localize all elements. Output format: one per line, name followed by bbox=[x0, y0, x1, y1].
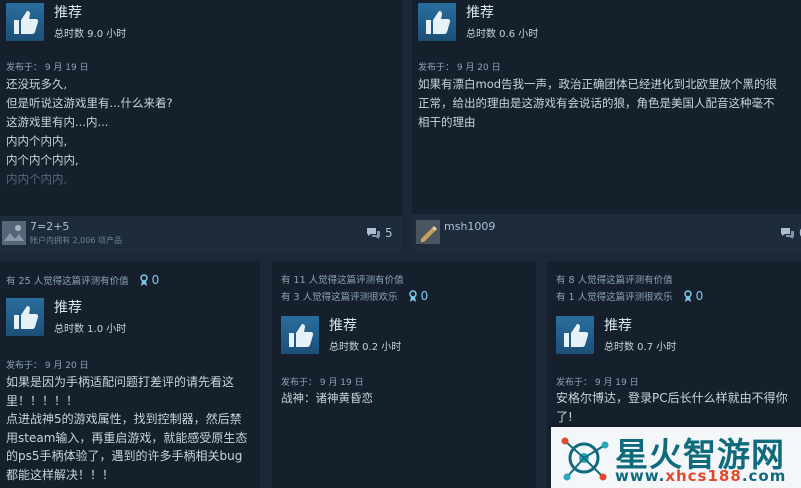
comment-count-value: 5 bbox=[385, 226, 393, 240]
review-text: 还没玩多久, 但是听说这游戏里有...什么来着? 这游戏里有内...内... 内… bbox=[6, 75, 173, 189]
funny-count: 有 3 人觉得这篇评测很欢乐 0 bbox=[281, 289, 428, 303]
helpful-text: 有 8 人觉得这篇评测有价值 bbox=[556, 275, 673, 286]
review-header: 推荐 总时数 9.0 小时 bbox=[6, 3, 126, 41]
review-line: 点进战神5的游戏属性，找到控制器，然后禁 bbox=[6, 412, 242, 426]
helpful-text: 有 11 人觉得这篇评测有价值 bbox=[281, 275, 404, 286]
review-verdict: 推荐 bbox=[329, 318, 357, 334]
review-line: 的ps5手柄体验了，遇到的许多手柄相关bug bbox=[6, 449, 243, 463]
review-text: 如果有漂白mod告我一声，政治正确团体已经进化到北欧里放个黑的很 正常，给出的理… bbox=[418, 75, 777, 132]
review-header: 推荐 总时数 1.0 小时 bbox=[6, 298, 126, 336]
review-line: 安格尔博达，登录PC后长什么样就由不得你 bbox=[556, 391, 788, 405]
helpful-count: 有 8 人觉得这篇评测有价值 bbox=[556, 272, 673, 286]
thumbs-up-icon bbox=[281, 316, 319, 354]
award-count: 0 bbox=[695, 289, 704, 303]
thumbs-up-icon bbox=[418, 3, 456, 41]
thumbs-up-icon bbox=[6, 3, 44, 41]
award-count: 0 bbox=[420, 289, 429, 303]
comment-count[interactable]: 5 bbox=[366, 226, 393, 240]
author-name[interactable]: 7=2+5 bbox=[30, 220, 69, 233]
avatar[interactable] bbox=[2, 221, 26, 245]
review-line: 用steam输入，再重启游戏，就能感受原生态 bbox=[6, 430, 248, 445]
review-line: 还没玩多久, bbox=[6, 77, 68, 91]
review-line: 都能这样解决！！！ bbox=[6, 467, 115, 482]
review-line: 相干的理由 bbox=[418, 115, 476, 129]
review-verdict: 推荐 bbox=[54, 300, 82, 316]
helpful-count: 有 11 人觉得这篇评测有价值 bbox=[281, 272, 404, 286]
review-header: 推荐 总时数 0.7 小时 bbox=[556, 316, 676, 354]
funny-text: 有 3 人觉得这篇评测很欢乐 bbox=[281, 292, 398, 303]
review-hours: 总时数 9.0 小时 bbox=[54, 29, 127, 40]
review-card-3: 有 25 人觉得这篇评测有价值 0 推荐 总时数 1.0 小时 发布于： 9 月… bbox=[0, 262, 260, 488]
review-verdict: 推荐 bbox=[604, 318, 632, 334]
review-verdict: 推荐 bbox=[466, 5, 494, 21]
author-name[interactable]: msh1009 bbox=[444, 220, 495, 233]
review-line: 但是听说这游戏里有...什么来着? bbox=[6, 96, 173, 110]
review-line: 如果是因为手柄适配问题打差评的请先看这 bbox=[6, 375, 235, 389]
watermark-url-domain: xhcs188 bbox=[665, 467, 742, 485]
thumbs-up-icon bbox=[556, 316, 594, 354]
review-hours: 总时数 0.6 小时 bbox=[466, 29, 539, 40]
award-count: 0 bbox=[151, 273, 160, 287]
review-footer: msh1009 0 bbox=[412, 214, 801, 252]
comments-icon bbox=[367, 227, 380, 239]
award-icon bbox=[139, 274, 148, 286]
review-hours: 总时数 1.0 小时 bbox=[54, 324, 127, 335]
avatar[interactable] bbox=[416, 220, 440, 244]
award-button[interactable]: 0 bbox=[683, 289, 704, 303]
watermark-url-prefix: www. bbox=[615, 467, 666, 485]
review-hours: 总时数 0.2 小时 bbox=[329, 342, 402, 353]
award-icon bbox=[683, 290, 692, 302]
funny-count: 有 1 人觉得这篇评测很欢乐 0 bbox=[556, 289, 703, 303]
review-hours: 总时数 0.7 小时 bbox=[604, 342, 677, 353]
funny-text: 有 1 人觉得这篇评测很欢乐 bbox=[556, 292, 673, 303]
review-line: 内内个内内, bbox=[6, 134, 68, 148]
site-watermark: 星火智游网 www.xhcs188.com bbox=[551, 427, 801, 488]
watermark-logo-icon bbox=[557, 431, 611, 485]
review-line: 了! bbox=[556, 410, 573, 424]
author-products: 帐户内拥有 2,006 项产品 bbox=[30, 236, 122, 245]
review-header: 推荐 总时数 0.6 小时 bbox=[418, 3, 538, 41]
review-date: 发布于： 9 月 20 日 bbox=[6, 361, 89, 371]
award-button[interactable]: 0 bbox=[139, 273, 160, 287]
award-button[interactable]: 0 bbox=[408, 289, 429, 303]
review-line: 这游戏里有内...内... bbox=[6, 115, 109, 129]
review-line: 正常，给出的理由是这游戏有会说话的狼，角色是美国人配音这种毫不 bbox=[418, 96, 775, 110]
watermark-url-suffix: .com bbox=[741, 467, 787, 485]
review-card-1: 推荐 总时数 9.0 小时 发布于： 9 月 19 日 还没玩多久, 但是听说这… bbox=[0, 0, 402, 252]
award-icon bbox=[408, 290, 417, 302]
review-text: 安格尔博达，登录PC后长什么样就由不得你 了! bbox=[556, 389, 788, 427]
review-line: 里！！！！！ bbox=[6, 393, 79, 408]
review-header: 推荐 总时数 0.2 小时 bbox=[281, 316, 401, 354]
review-line: 内内个内内, bbox=[6, 172, 68, 186]
review-line: 如果有漂白mod告我一声，政治正确团体已经进化到北欧里放个黑的很 bbox=[418, 77, 778, 91]
thumbs-up-icon bbox=[6, 298, 44, 336]
review-verdict: 推荐 bbox=[54, 5, 82, 21]
review-card-2: 推荐 总时数 0.6 小时 发布于： 9 月 20 日 如果有漂白mod告我一声… bbox=[412, 0, 801, 252]
review-footer: 7=2+5 帐户内拥有 2,006 项产品 5 bbox=[0, 216, 402, 252]
review-line: 内个内个内内, bbox=[6, 153, 79, 167]
review-text: 如果是因为手柄适配问题打差评的请先看这 里！！！！！ 点进战神5的游戏属性，找到… bbox=[6, 373, 247, 484]
comment-count[interactable]: 0 bbox=[780, 226, 801, 240]
review-date: 发布于： 9 月 19 日 bbox=[556, 378, 639, 388]
watermark-url: www.xhcs188.com bbox=[615, 467, 786, 485]
comments-icon bbox=[781, 227, 794, 239]
review-date: 发布于： 9 月 20 日 bbox=[418, 63, 501, 73]
review-line: 战神：诸神黄昏恋 bbox=[281, 391, 373, 405]
helpful-text: 有 25 人觉得这篇评测有价值 bbox=[6, 276, 129, 287]
helpful-count: 有 25 人觉得这篇评测有价值 0 bbox=[6, 273, 159, 287]
review-date: 发布于： 9 月 19 日 bbox=[281, 378, 364, 388]
review-card-4: 有 11 人觉得这篇评测有价值 有 3 人觉得这篇评测很欢乐 0 推荐 总时数 … bbox=[272, 262, 536, 488]
review-date: 发布于： 9 月 19 日 bbox=[6, 63, 89, 73]
review-text: 战神：诸神黄昏恋 bbox=[281, 389, 373, 408]
